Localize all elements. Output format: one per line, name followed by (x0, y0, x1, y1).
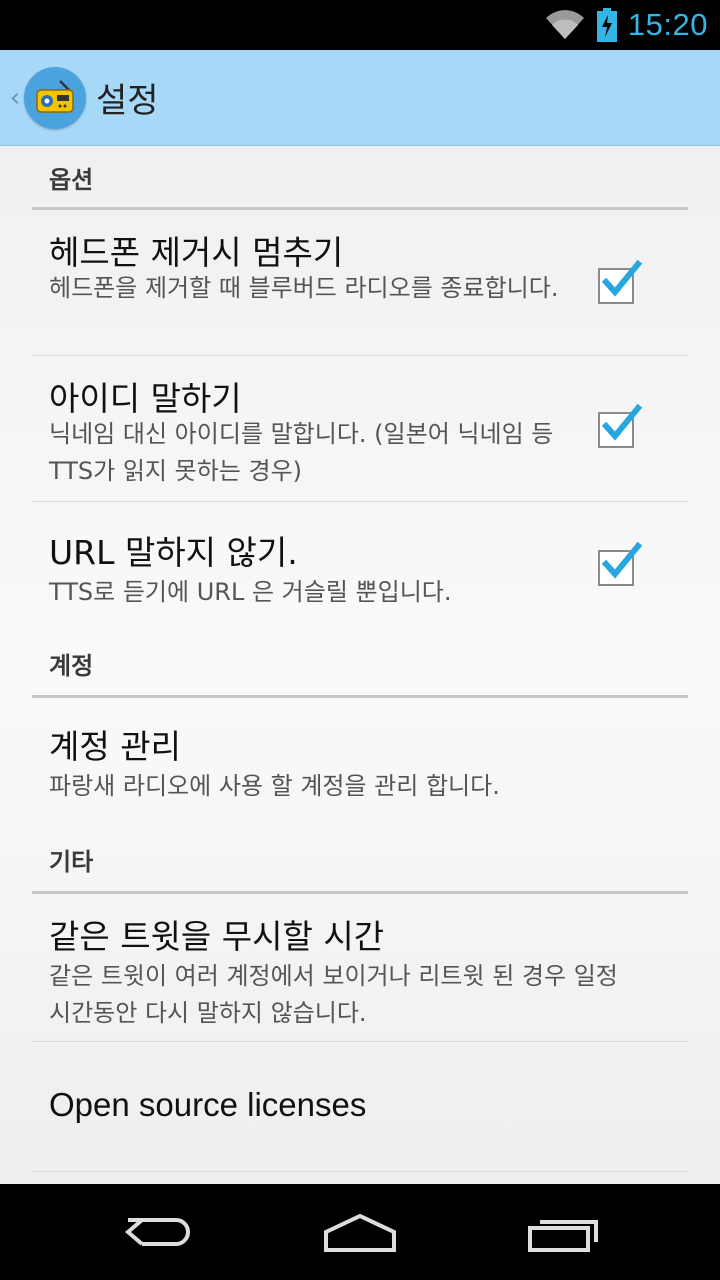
checkmark-icon (601, 259, 643, 297)
home-icon (324, 1213, 396, 1252)
pref-title: 계정 관리 (49, 727, 181, 766)
recents-icon (528, 1220, 598, 1252)
pref-summary: 파랑새 라디오에 사용 할 계정을 관리 합니다. (49, 772, 500, 800)
pref-summary: 같은 트윗이 여러 계정에서 보이거나 리트윗 된 경우 일정 시간동안 다시 … (49, 962, 618, 1027)
page-title: 설정 (96, 81, 159, 121)
category-header-options: 옵션 (32, 160, 688, 210)
up-navigation-chevron-icon[interactable]: ‹ (0, 50, 24, 146)
checkbox-speak-user-id[interactable] (598, 403, 643, 448)
pref-summary: 닉네임 대신 아이디를 말합니다. (일본어 닉네임 등 TTS가 읽지 못하는… (49, 420, 554, 485)
pref-stop-on-headphone-removal[interactable]: 헤드폰 제거시 멈추기 헤드폰을 제거할 때 블루버드 라디오를 종료합니다. (32, 210, 688, 356)
navigation-bar (0, 1184, 720, 1280)
category-header-etc: 기타 (32, 842, 688, 894)
battery-charging-icon (596, 8, 618, 42)
checkmark-icon (601, 403, 643, 441)
pref-do-not-speak-url[interactable]: URL 말하지 않기. TTS로 듣기에 URL 은 거슬릴 뿐입니다. (32, 502, 688, 636)
pref-open-source-licenses[interactable]: Open source licenses (32, 1042, 688, 1172)
app-radio-icon[interactable] (24, 66, 86, 129)
home-button[interactable] (320, 1202, 400, 1262)
pref-duplicate-tweet-ignore-time[interactable]: 같은 트윗을 무시할 시간 같은 트윗이 여러 계정에서 보이거나 리트윗 된 … (32, 894, 688, 1042)
wifi-icon (544, 9, 586, 41)
checkbox-do-not-speak-url[interactable] (598, 541, 643, 586)
back-icon (124, 1218, 190, 1246)
pref-manage-accounts[interactable]: 계정 관리 파랑새 라디오에 사용 할 계정을 관리 합니다. (32, 698, 688, 824)
back-button[interactable] (120, 1202, 200, 1262)
pref-title: Open source licenses (49, 1086, 367, 1123)
status-bar: 15:20 (0, 0, 720, 50)
checkbox-stop-on-headphone-removal[interactable] (598, 259, 643, 304)
category-header-account: 계정 (32, 646, 688, 698)
pref-title: 같은 트윗을 무시할 시간 (49, 917, 385, 956)
status-clock: 15:20 (627, 7, 708, 42)
action-bar: ‹ 설정 (0, 50, 720, 146)
recents-button[interactable] (524, 1202, 604, 1262)
settings-list[interactable]: 옵션 헤드폰 제거시 멈추기 헤드폰을 제거할 때 블루버드 라디오를 종료합니… (0, 146, 720, 1184)
pref-title: URL 말하지 않기. (49, 533, 298, 572)
pref-title: 헤드폰 제거시 멈추기 (49, 233, 344, 272)
pref-summary: 헤드폰을 제거할 때 블루버드 라디오를 종료합니다. (49, 274, 559, 302)
pref-speak-user-id[interactable]: 아이디 말하기 닉네임 대신 아이디를 말합니다. (일본어 닉네임 등 TTS… (32, 356, 688, 502)
pref-summary: TTS로 듣기에 URL 은 거슬릴 뿐입니다. (49, 578, 452, 606)
status-icons: 15:20 (544, 0, 708, 50)
pref-title: 아이디 말하기 (49, 379, 242, 418)
checkmark-icon (601, 541, 643, 579)
